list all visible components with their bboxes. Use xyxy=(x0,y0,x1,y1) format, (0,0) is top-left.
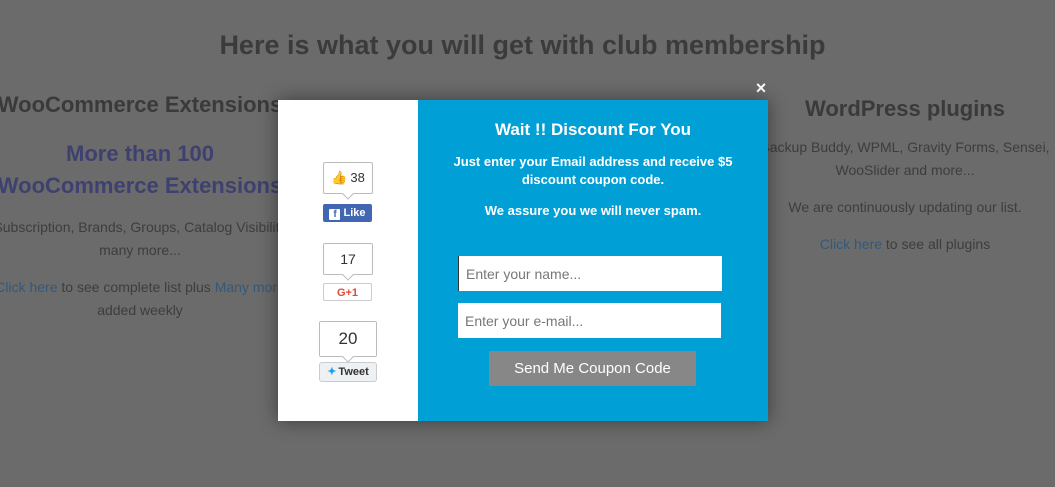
wordpress-heading: WordPress plugins xyxy=(804,96,1006,121)
close-icon[interactable]: × xyxy=(752,79,770,97)
woocommerce-highlight: More than 100 WooCommerce Extensions xyxy=(0,141,283,198)
send-coupon-button[interactable]: Send Me Coupon Code xyxy=(489,351,696,386)
twitter-bird-icon: ✦ xyxy=(327,366,337,378)
no-spam-note: We assure you we will never spam. xyxy=(484,203,702,218)
google-plus-count: 17 xyxy=(323,243,373,275)
wordpress-column: WordPress plugins Backup Buddy, WPML, Gr… xyxy=(745,96,1055,256)
tweet-button[interactable]: ✦ Tweet xyxy=(319,362,377,382)
facebook-like-count: 👍 38 xyxy=(323,162,373,194)
modal-subtitle: Just enter your Email address and receiv… xyxy=(453,154,733,187)
wordpress-description: Backup Buddy, WPML, Gravity Forms, Sense… xyxy=(760,139,1050,178)
facebook-like-button[interactable]: f Like xyxy=(323,204,372,222)
social-share-panel: 👍 38 f Like 17 G+1 20 ✦ Tweet xyxy=(278,100,418,421)
woocommerce-links: Click here to see complete list plus Man… xyxy=(0,276,300,322)
wordpress-update-note: We are continuously updating our list. xyxy=(788,199,1022,215)
email-input[interactable] xyxy=(458,303,721,338)
wordpress-links: Click here to see all plugins xyxy=(819,236,991,252)
thumbs-up-icon: 👍 xyxy=(331,170,348,185)
tweet-count: 20 xyxy=(319,321,377,357)
discount-modal: 👍 38 f Like 17 G+1 20 ✦ Tweet Wait !! Disco… xyxy=(278,100,768,421)
woocommerce-click-here-link[interactable]: Click here xyxy=(0,279,58,295)
name-input[interactable] xyxy=(458,256,722,291)
woocommerce-heading: WooCommerce Extensions xyxy=(0,92,283,117)
woocommerce-description: Subscription, Brands, Groups, Catalog Vi… xyxy=(0,219,287,258)
many-more-link[interactable]: Many more xyxy=(215,279,285,295)
coupon-form-panel: Wait !! Discount For You Just enter your… xyxy=(418,100,768,421)
modal-title: Wait !! Discount For You xyxy=(494,120,692,139)
google-plus-button[interactable]: G+1 xyxy=(323,283,372,301)
woocommerce-column: WooCommerce Extensions More than 100 Woo… xyxy=(0,92,300,322)
facebook-icon: f xyxy=(329,209,341,220)
wordpress-click-here-link[interactable]: Click here xyxy=(820,236,882,252)
page-title: Here is what you will get with club memb… xyxy=(219,30,826,60)
